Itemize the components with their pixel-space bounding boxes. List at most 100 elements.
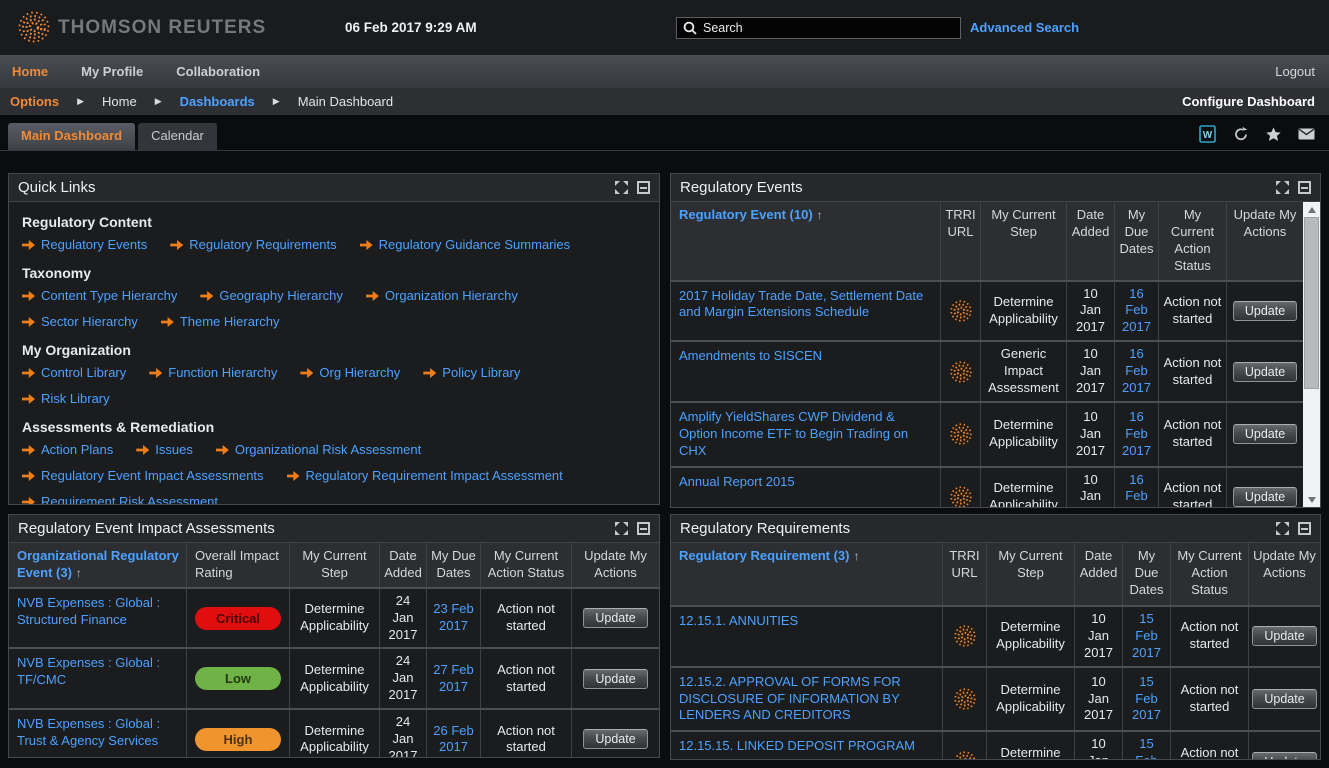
quick-link[interactable]: Control Library bbox=[22, 360, 126, 386]
update-button[interactable]: Update bbox=[1252, 689, 1316, 709]
quick-link[interactable]: Organizational Risk Assessment bbox=[216, 437, 421, 463]
scrollbar-track[interactable] bbox=[1303, 217, 1320, 492]
update-button[interactable]: Update bbox=[1233, 301, 1297, 321]
due-date-link[interactable]: 16 Feb 2017 bbox=[1119, 346, 1154, 397]
panel-header: Quick Links bbox=[9, 174, 659, 202]
column-sort-link[interactable]: Organizational Regulatory Event (3)↑ bbox=[17, 548, 179, 580]
trri-url-icon[interactable] bbox=[949, 360, 973, 384]
update-button[interactable]: Update bbox=[583, 669, 647, 689]
quick-link[interactable]: Regulatory Requirement Impact Assessment bbox=[287, 463, 563, 489]
tab-calendar[interactable]: Calendar bbox=[138, 123, 217, 150]
update-button[interactable]: Update bbox=[1252, 626, 1316, 646]
scrollbar-thumb[interactable] bbox=[1304, 217, 1319, 389]
trri-url-icon[interactable] bbox=[953, 624, 977, 648]
action-status-cell: Action not started bbox=[481, 710, 572, 757]
quick-link[interactable]: Content Type Hierarchy bbox=[22, 283, 177, 309]
column-header: My Current Action Status bbox=[1171, 543, 1249, 605]
quick-link[interactable]: Regulatory Requirements bbox=[170, 232, 336, 258]
column-header: My Due Dates bbox=[427, 543, 481, 587]
collapse-icon[interactable] bbox=[637, 522, 650, 535]
trri-url-icon[interactable] bbox=[953, 687, 977, 711]
expand-icon[interactable] bbox=[615, 181, 628, 194]
quick-link[interactable]: Function Hierarchy bbox=[149, 360, 277, 386]
collapse-icon[interactable] bbox=[1298, 181, 1311, 194]
expand-icon[interactable] bbox=[1276, 522, 1289, 535]
configure-dashboard-link[interactable]: Configure Dashboard bbox=[1182, 94, 1315, 109]
panel-title: Regulatory Events bbox=[680, 179, 1276, 196]
column-header: TRRI URL bbox=[943, 543, 987, 605]
quick-link[interactable]: Issues bbox=[136, 437, 193, 463]
options-menu[interactable]: Options bbox=[10, 94, 59, 109]
scroll-down-icon[interactable] bbox=[1303, 492, 1320, 507]
arrow-right-icon bbox=[149, 368, 162, 378]
due-date-link[interactable]: 15 Feb 2017 bbox=[1127, 611, 1166, 662]
quick-link[interactable]: Sector Hierarchy bbox=[22, 309, 138, 335]
regulatory-requirement-link[interactable]: 12.15.1. ANNUITIES bbox=[679, 613, 798, 630]
due-date-link[interactable]: 15 Feb 2017 bbox=[1127, 674, 1166, 725]
regulatory-event-link[interactable]: Amendments to SISCEN bbox=[679, 348, 822, 365]
due-date-link[interactable]: 23 Feb 2017 bbox=[431, 601, 476, 635]
regulatory-event-link[interactable]: 2017 Holiday Trade Date, Settlement Date… bbox=[679, 288, 932, 322]
action-status-cell: Action not started bbox=[1159, 282, 1227, 341]
email-icon[interactable] bbox=[1298, 128, 1315, 140]
due-date-link[interactable]: 16 Feb 2017 bbox=[1119, 472, 1154, 507]
refresh-icon[interactable] bbox=[1233, 126, 1249, 142]
update-button[interactable]: Update bbox=[583, 729, 647, 749]
advanced-search-link[interactable]: Advanced Search bbox=[970, 20, 1079, 35]
column-header: Date Added bbox=[1067, 202, 1115, 280]
quick-link[interactable]: Regulatory Guidance Summaries bbox=[360, 232, 570, 258]
quick-link[interactable]: Risk Library bbox=[22, 386, 110, 412]
update-button[interactable]: Update bbox=[1233, 362, 1297, 382]
quick-link[interactable]: Organization Hierarchy bbox=[366, 283, 518, 309]
scroll-up-icon[interactable] bbox=[1303, 202, 1320, 217]
date-added-cell: 10 Jan 2017 bbox=[1067, 342, 1115, 401]
update-button[interactable]: Update bbox=[1233, 424, 1297, 444]
regulatory-event-link[interactable]: Annual Report 2015 bbox=[679, 474, 795, 491]
search-input[interactable] bbox=[703, 21, 954, 35]
org-regulatory-event-link[interactable]: NVB Expenses : Global : TF/CMC bbox=[17, 655, 178, 689]
quick-link[interactable]: Policy Library bbox=[423, 360, 520, 386]
regulatory-requirement-link[interactable]: 12.15.15. LINKED DEPOSIT PROGRAM bbox=[679, 738, 915, 755]
due-date-link[interactable]: 16 Feb 2017 bbox=[1119, 286, 1154, 337]
breadcrumb-dashboards[interactable]: Dashboards bbox=[180, 94, 255, 109]
org-regulatory-event-link[interactable]: NVB Expenses : Global : Structured Finan… bbox=[17, 595, 178, 629]
favorite-star-icon[interactable] bbox=[1266, 127, 1281, 142]
due-date-link[interactable]: 16 Feb 2017 bbox=[1119, 409, 1154, 460]
expand-icon[interactable] bbox=[615, 522, 628, 535]
quick-link[interactable]: Requirement Risk Assessment bbox=[22, 489, 218, 504]
trri-url-icon[interactable] bbox=[953, 750, 977, 759]
word-export-icon[interactable]: W bbox=[1199, 125, 1216, 143]
logout-link[interactable]: Logout bbox=[1275, 64, 1315, 79]
breadcrumb-home[interactable]: Home bbox=[102, 94, 137, 109]
due-date-link[interactable]: 27 Feb 2017 bbox=[431, 662, 476, 696]
column-sort-link[interactable]: Regulatory Event (10)↑ bbox=[679, 207, 823, 222]
quick-link[interactable]: Geography Hierarchy bbox=[200, 283, 343, 309]
collapse-icon[interactable] bbox=[637, 181, 650, 194]
quick-link[interactable]: Regulatory Event Impact Assessments bbox=[22, 463, 264, 489]
quick-link[interactable]: Regulatory Events bbox=[22, 232, 147, 258]
expand-icon[interactable] bbox=[1276, 181, 1289, 194]
trri-url-icon[interactable] bbox=[949, 299, 973, 323]
due-date-link[interactable]: 26 Feb 2017 bbox=[431, 723, 476, 757]
org-regulatory-event-link[interactable]: NVB Expenses : Global : Trust & Agency S… bbox=[17, 716, 178, 750]
nav-item-home[interactable]: Home bbox=[12, 64, 48, 79]
quick-link[interactable]: Action Plans bbox=[22, 437, 113, 463]
search-box[interactable] bbox=[676, 17, 961, 39]
regulatory-event-link[interactable]: Amplify YieldShares CWP Dividend & Optio… bbox=[679, 409, 932, 460]
tab-main-dashboard[interactable]: Main Dashboard bbox=[8, 123, 135, 150]
update-button[interactable]: Update bbox=[1252, 752, 1316, 759]
trri-url-icon[interactable] bbox=[949, 422, 973, 446]
collapse-icon[interactable] bbox=[1298, 522, 1311, 535]
trri-url-icon[interactable] bbox=[949, 485, 973, 507]
update-button[interactable]: Update bbox=[1233, 487, 1297, 507]
column-sort-link[interactable]: Regulatory Requirement (3)↑ bbox=[679, 548, 859, 563]
table-header-row: Regulatory Event (10)↑ TRRI URL My Curre… bbox=[671, 202, 1303, 280]
quick-link[interactable]: Theme Hierarchy bbox=[161, 309, 280, 335]
scrollbar[interactable] bbox=[1303, 202, 1320, 507]
quick-link[interactable]: Org Hierarchy bbox=[300, 360, 400, 386]
update-button[interactable]: Update bbox=[583, 608, 647, 628]
regulatory-requirement-link[interactable]: 12.15.2. APPROVAL OF FORMS FOR DISCLOSUR… bbox=[679, 674, 934, 725]
due-date-link[interactable]: 15 Feb 2017 bbox=[1127, 736, 1166, 759]
nav-item-collaboration[interactable]: Collaboration bbox=[176, 64, 260, 79]
nav-item-my-profile[interactable]: My Profile bbox=[81, 64, 143, 79]
